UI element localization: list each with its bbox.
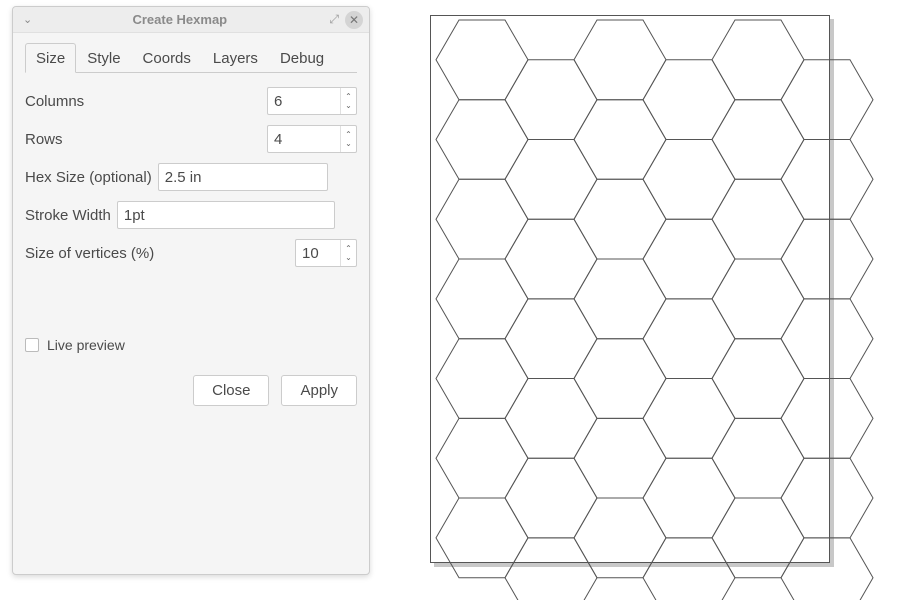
- rows-spinbox[interactable]: ⌃⌄: [267, 125, 357, 153]
- stroke-label: Stroke Width: [25, 207, 111, 224]
- close-icon[interactable]: ✕: [345, 11, 363, 29]
- vertices-label: Size of vertices (%): [25, 245, 154, 262]
- columns-spinbox[interactable]: ⌃⌄: [267, 87, 357, 115]
- hexmap-preview: [420, 10, 840, 575]
- hexsize-label: Hex Size (optional): [25, 169, 152, 186]
- rows-label: Rows: [25, 131, 63, 148]
- titlebar: ⌄ Create Hexmap ⤢ ✕: [13, 7, 369, 33]
- tab-style[interactable]: Style: [76, 43, 131, 73]
- tab-layers[interactable]: Layers: [202, 43, 269, 73]
- vertices-up-icon[interactable]: ⌃: [341, 244, 356, 253]
- tab-debug[interactable]: Debug: [269, 43, 335, 73]
- hex-grid: [420, 10, 890, 600]
- live-preview-checkbox[interactable]: [25, 338, 39, 352]
- close-button[interactable]: Close: [193, 375, 269, 406]
- tab-bar: Size Style Coords Layers Debug: [25, 43, 357, 73]
- window-menu-icon[interactable]: ⌄: [19, 13, 36, 26]
- rows-up-icon[interactable]: ⌃: [341, 130, 356, 139]
- vertices-down-icon[interactable]: ⌄: [341, 253, 356, 262]
- rows-down-icon[interactable]: ⌄: [341, 139, 356, 148]
- vertices-input[interactable]: [296, 240, 340, 266]
- stroke-input[interactable]: [117, 201, 335, 229]
- tab-size[interactable]: Size: [25, 43, 76, 73]
- live-preview-label: Live preview: [47, 337, 125, 353]
- columns-input[interactable]: [268, 88, 340, 114]
- apply-button[interactable]: Apply: [281, 375, 357, 406]
- hexsize-input[interactable]: [158, 163, 328, 191]
- columns-up-icon[interactable]: ⌃: [341, 92, 356, 101]
- columns-label: Columns: [25, 93, 84, 110]
- vertices-spinbox[interactable]: ⌃⌄: [295, 239, 357, 267]
- rows-input[interactable]: [268, 126, 340, 152]
- maximize-icon[interactable]: ⤢: [323, 12, 345, 27]
- dialog-title: Create Hexmap: [36, 12, 323, 27]
- columns-down-icon[interactable]: ⌄: [341, 101, 356, 110]
- create-hexmap-dialog: ⌄ Create Hexmap ⤢ ✕ Size Style Coords La…: [12, 6, 370, 575]
- tab-coords[interactable]: Coords: [132, 43, 202, 73]
